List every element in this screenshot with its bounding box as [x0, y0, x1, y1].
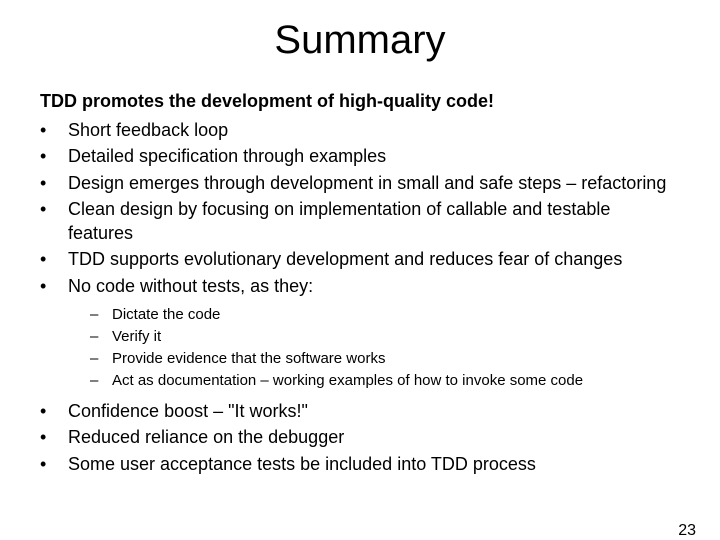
page-title: Summary	[0, 18, 720, 63]
list-item: • Short feedback loop	[40, 118, 680, 142]
list-item: • Clean design by focusing on implementa…	[40, 197, 680, 246]
bullet-dot-icon: •	[40, 144, 68, 168]
list-item-label: Dictate the code	[112, 304, 680, 325]
list-item-label: Verify it	[112, 326, 680, 347]
list-item-label: Provide evidence that the software works	[112, 348, 680, 369]
list-item: • TDD supports evolutionary development …	[40, 247, 680, 271]
bullet-dot-icon: •	[40, 197, 68, 246]
list-item: • Design emerges through development in …	[40, 171, 680, 195]
list-item: • No code without tests, as they:	[40, 274, 680, 298]
bullet-dot-icon: •	[40, 171, 68, 195]
list-item: – Verify it	[90, 326, 680, 347]
bullet-dot-icon: •	[40, 274, 68, 298]
slide-content: TDD promotes the development of high-qua…	[0, 91, 720, 476]
bullet-dot-icon: •	[40, 399, 68, 423]
dash-icon: –	[90, 304, 112, 325]
bullet-dot-icon: •	[40, 452, 68, 476]
list-item-label: Detailed specification through examples	[68, 144, 680, 168]
dash-icon: –	[90, 348, 112, 369]
list-item-label: Some user acceptance tests be included i…	[68, 452, 680, 476]
list-item: – Act as documentation – working example…	[90, 370, 680, 391]
page-number: 23	[678, 522, 696, 540]
list-item-label: Design emerges through development in sm…	[68, 171, 680, 195]
bullet-list-top: • Short feedback loop • Detailed specifi…	[40, 118, 680, 298]
list-item-label: Short feedback loop	[68, 118, 680, 142]
list-item: • Confidence boost – "It works!"	[40, 399, 680, 423]
lead-text: TDD promotes the development of high-qua…	[40, 91, 680, 112]
list-item: – Dictate the code	[90, 304, 680, 325]
bullet-dot-icon: •	[40, 118, 68, 142]
dash-icon: –	[90, 326, 112, 347]
dash-icon: –	[90, 370, 112, 391]
bullet-dot-icon: •	[40, 247, 68, 271]
list-item: • Detailed specification through example…	[40, 144, 680, 168]
slide: Summary TDD promotes the development of …	[0, 18, 720, 540]
list-item: – Provide evidence that the software wor…	[90, 348, 680, 369]
list-item: • Some user acceptance tests be included…	[40, 452, 680, 476]
list-item-label: No code without tests, as they:	[68, 274, 680, 298]
bullet-dot-icon: •	[40, 425, 68, 449]
list-item-label: Confidence boost – "It works!"	[68, 399, 680, 423]
bullet-list-bottom: • Confidence boost – "It works!" • Reduc…	[40, 399, 680, 476]
sub-bullet-list: – Dictate the code – Verify it – Provide…	[40, 304, 680, 391]
list-item-label: Clean design by focusing on implementati…	[68, 197, 680, 246]
list-item: • Reduced reliance on the debugger	[40, 425, 680, 449]
list-item-label: Reduced reliance on the debugger	[68, 425, 680, 449]
list-item-label: Act as documentation – working examples …	[112, 370, 680, 391]
list-item-label: TDD supports evolutionary development an…	[68, 247, 680, 271]
